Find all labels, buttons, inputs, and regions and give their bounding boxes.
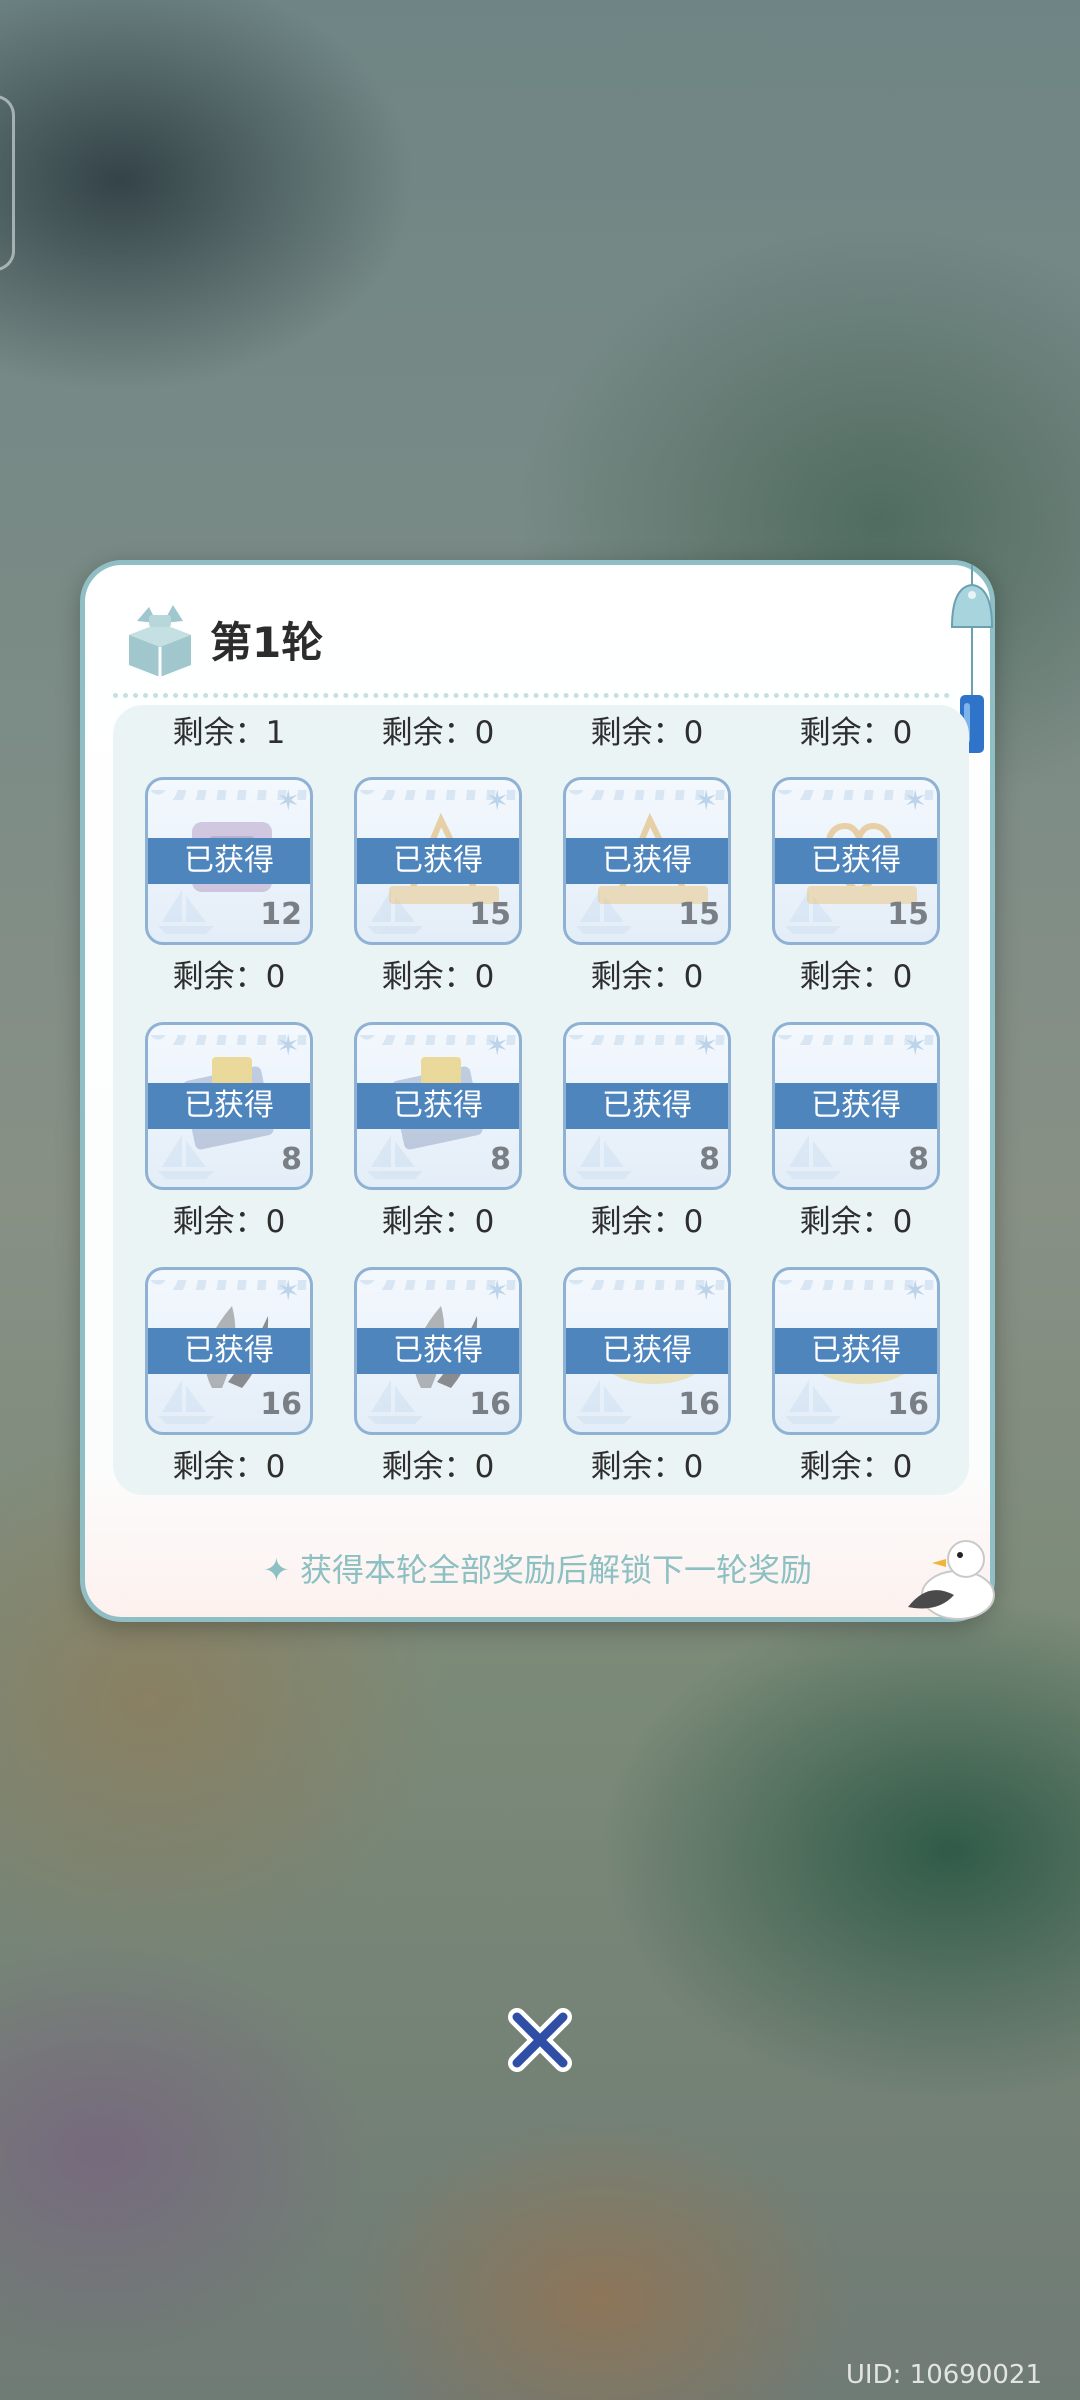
- reward-quantity: 15: [469, 897, 511, 932]
- remaining-count: 剩余：0: [590, 715, 704, 751]
- remaining-count: 剩余：0: [799, 1449, 913, 1485]
- reward-quantity: 16: [260, 1387, 302, 1422]
- reward-card[interactable]: ✶ 已获得 16: [354, 1267, 522, 1435]
- header-divider: [113, 693, 950, 698]
- reward-quantity: 15: [678, 897, 720, 932]
- reward-quantity: 16: [887, 1387, 929, 1422]
- reward-round-panel: 第1轮 剩余：1 剩余：0 剩余：0 剩余：0 ✶ 已获得 12 ✶ 已获得 15 ✶ 已获得 15 ✶ 已…: [80, 560, 995, 1622]
- reward-card[interactable]: ✶ 已获得 16: [772, 1267, 940, 1435]
- reward-quantity: 8: [490, 1142, 511, 1177]
- uid-label: UID: 10690021: [845, 2360, 1042, 2390]
- remaining-count: 剩余：1: [172, 715, 286, 751]
- seagull-icon: [908, 1540, 995, 1620]
- reward-card[interactable]: ✶ 已获得 15: [354, 777, 522, 945]
- close-icon[interactable]: [505, 2005, 575, 2075]
- unlock-hint: ✦ 获得本轮全部奖励后解锁下一轮奖励: [263, 1551, 812, 1589]
- obtained-label: 已获得: [148, 1083, 310, 1129]
- obtained-label: 已获得: [148, 838, 310, 884]
- obtained-label: 已获得: [775, 838, 937, 884]
- remaining-count: 剩余：0: [590, 1204, 704, 1240]
- reward-quantity: 8: [699, 1142, 720, 1177]
- reward-quantity: 16: [469, 1387, 511, 1422]
- reward-card[interactable]: ✶ 已获得 16: [145, 1267, 313, 1435]
- remaining-count: 剩余：0: [172, 1449, 286, 1485]
- round-title: 第1轮: [210, 618, 324, 667]
- reward-card[interactable]: ✶ 已获得 8: [563, 1022, 731, 1190]
- remaining-count: 剩余：0: [590, 1449, 704, 1485]
- remaining-count: 剩余：0: [381, 959, 495, 995]
- remaining-count: 剩余：0: [172, 959, 286, 995]
- reward-card[interactable]: ✶ 已获得 15: [563, 777, 731, 945]
- obtained-label: 已获得: [566, 1328, 728, 1374]
- remaining-count: 剩余：0: [381, 1204, 495, 1240]
- obtained-label: 已获得: [775, 1083, 937, 1129]
- obtained-label: 已获得: [357, 838, 519, 884]
- remaining-count: 剩余：0: [799, 715, 913, 751]
- reward-quantity: 8: [908, 1142, 929, 1177]
- reward-quantity: 8: [281, 1142, 302, 1177]
- obtained-label: 已获得: [148, 1328, 310, 1374]
- reward-card[interactable]: ✶ 已获得 15: [772, 777, 940, 945]
- reward-quantity: 16: [678, 1387, 720, 1422]
- rewards-grid: 剩余：1 剩余：0 剩余：0 剩余：0 ✶ 已获得 12 ✶ 已获得 15 ✶ 已获得 15 ✶ 已获得 15…: [113, 705, 969, 1495]
- background-frame-edge: [0, 95, 15, 271]
- reward-card[interactable]: ✶ 已获得 8: [772, 1022, 940, 1190]
- obtained-label: 已获得: [566, 838, 728, 884]
- reward-card[interactable]: ✶ 已获得 12: [145, 777, 313, 945]
- remaining-count: 剩余：0: [799, 959, 913, 995]
- remaining-count: 剩余：0: [799, 1204, 913, 1240]
- obtained-label: 已获得: [357, 1328, 519, 1374]
- reward-quantity: 15: [887, 897, 929, 932]
- remaining-count: 剩余：0: [172, 1204, 286, 1240]
- remaining-count: 剩余：0: [381, 1449, 495, 1485]
- remaining-count: 剩余：0: [590, 959, 704, 995]
- obtained-label: 已获得: [357, 1083, 519, 1129]
- gift-box-icon: [129, 605, 191, 677]
- obtained-label: 已获得: [775, 1328, 937, 1374]
- reward-card[interactable]: ✶ 已获得 8: [354, 1022, 522, 1190]
- obtained-label: 已获得: [566, 1083, 728, 1129]
- remaining-count: 剩余：0: [381, 715, 495, 751]
- reward-quantity: 12: [260, 897, 302, 932]
- reward-card[interactable]: ✶ 已获得 16: [563, 1267, 731, 1435]
- reward-card[interactable]: ✶ 已获得 8: [145, 1022, 313, 1190]
